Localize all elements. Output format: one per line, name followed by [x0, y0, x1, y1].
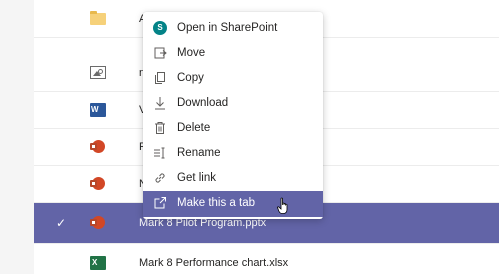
menu-item-label: Copy: [177, 72, 204, 84]
menu-item-make-this-a-tab[interactable]: Make this a tab: [143, 191, 323, 217]
menu-item-label: Get link: [177, 172, 216, 184]
powerpoint-file-icon: [90, 216, 106, 230]
excel-file-icon: [90, 256, 106, 270]
menu-item-open-in-sharepoint[interactable]: Open in SharePoint: [143, 16, 323, 41]
move-icon: [153, 46, 167, 60]
tab-icon: [153, 196, 167, 210]
menu-item-label: Open in SharePoint: [177, 22, 278, 34]
trash-icon: [153, 121, 167, 135]
checkmark-icon[interactable]: ✓: [56, 216, 66, 230]
menu-item-label: Make this a tab: [177, 197, 255, 209]
menu-item-copy[interactable]: Copy: [143, 66, 323, 91]
image-file-icon: [90, 66, 106, 80]
menu-item-label: Rename: [177, 147, 221, 159]
hand-cursor-icon: [277, 197, 288, 214]
folder-icon: [90, 11, 106, 26]
menu-item-get-link[interactable]: Get link: [143, 166, 323, 191]
menu-item-download[interactable]: Download: [143, 91, 323, 116]
copy-icon: [153, 71, 167, 85]
word-file-icon: [90, 103, 106, 117]
sharepoint-icon: [153, 21, 167, 35]
link-icon: [153, 171, 167, 185]
file-row-excel[interactable]: Mark 8 Performance chart.xlsx: [34, 245, 499, 274]
file-name: Mark 8 Performance chart.xlsx: [139, 257, 289, 269]
context-menu: Open in SharePoint Move Copy Download De…: [143, 12, 323, 219]
menu-item-delete[interactable]: Delete: [143, 116, 323, 141]
menu-item-label: Move: [177, 47, 206, 59]
powerpoint-file-icon: [90, 177, 106, 191]
menu-item-label: Download: [177, 97, 229, 109]
rename-icon: [153, 146, 167, 160]
powerpoint-file-icon: [90, 140, 106, 154]
menu-item-rename[interactable]: Rename: [143, 141, 323, 166]
menu-item-move[interactable]: Move: [143, 41, 323, 66]
download-icon: [153, 96, 167, 110]
menu-item-label: Delete: [177, 122, 211, 134]
